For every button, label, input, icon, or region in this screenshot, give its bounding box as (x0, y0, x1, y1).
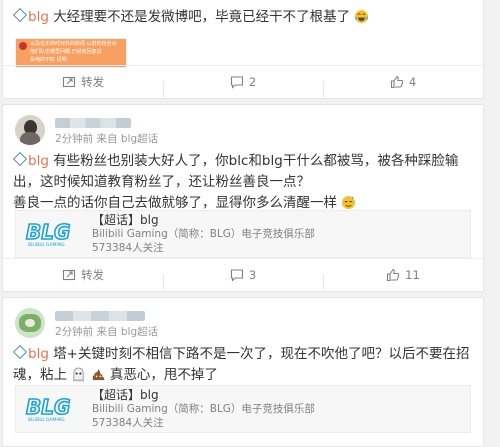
post-text: blg 有些粉丝也别装大好人了，你blc和blg干什么都被骂，被各种踩脸输出，这… (12, 151, 459, 211)
comment-button[interactable]: 3 (163, 268, 323, 290)
diamond-icon (12, 344, 28, 360)
post-meta: 2分钟前 来自 blg超话 (55, 133, 159, 145)
comment-icon (230, 269, 243, 282)
svg-text:BLG: BLG (26, 220, 70, 244)
svg-text:BILIBILI GAMING: BILIBILI GAMING (28, 417, 65, 423)
post-actions: 转发 3 11 (3, 258, 483, 291)
avatar[interactable] (15, 308, 45, 338)
post-text: blg 塔+关键时刻不相信下路不是一次了，现在不吹他了吧？以后不要在招魂，粘上 … (12, 344, 470, 383)
post-text: blg 大经理要不还是发微博吧，毕竟已经干不了根基了 (3, 7, 379, 28)
repost-button[interactable]: 转发 (3, 74, 163, 90)
diamond-icon (12, 151, 28, 167)
post-card-1: blg 大经理要不还是发微博吧，毕竟已经干不了根基了 以及在年终时对外的新闻 以… (2, 0, 484, 99)
topic-name: 【超话】blg (92, 388, 159, 402)
sweat-emoji-icon (342, 195, 356, 210)
embedded-image-line: 以及在年终时对外的新闻 以前的粉丝对 (30, 41, 117, 47)
embedded-image-line: 反响的不好 说明 (30, 57, 67, 63)
repost-icon (62, 76, 76, 88)
post-meta: 2分钟前 来自 blg超话 (55, 326, 159, 338)
topic-tag[interactable]: blg (12, 7, 49, 25)
svg-text:BILIBILI GAMING: BILIBILI GAMING (28, 242, 65, 248)
avatar[interactable] (15, 115, 45, 145)
topic-card[interactable]: BLG BILIBILI GAMING 【超话】blg Bilibili Gam… (15, 210, 471, 258)
avatar (19, 42, 27, 50)
blg-logo: BLG BILIBILI GAMING (25, 220, 71, 248)
topic-followers: 573384人关注 (92, 242, 164, 254)
post-card-2: 2分钟前 来自 blg超话 blg 有些粉丝也别装大好人了，你blc和blg干什… (2, 104, 484, 292)
tears-of-joy-emoji-icon (355, 9, 369, 24)
like-icon (390, 75, 404, 89)
comment-count: 2 (248, 75, 257, 89)
repost-label: 转发 (81, 75, 104, 89)
repost-button[interactable]: 转发 (3, 267, 163, 283)
post-actions: 转发 2 4 (3, 65, 483, 98)
blg-logo: BLG BILIBILI GAMING (25, 395, 71, 423)
comment-icon (230, 76, 243, 89)
comment-count: 3 (248, 268, 257, 282)
repost-icon (62, 269, 76, 281)
author-name[interactable] (55, 311, 145, 321)
embedded-image-line: 他们队伍哪里问题 已经有回复说 (30, 49, 102, 55)
poop-emoji-icon (92, 369, 104, 381)
embedded-image[interactable]: 以及在年终时对外的新闻 以前的粉丝对 他们队伍哪里问题 已经有回复说 反响的不好… (15, 38, 127, 68)
like-count: 11 (405, 268, 420, 282)
repost-label: 转发 (81, 268, 104, 282)
comment-button[interactable]: 2 (163, 75, 323, 97)
topic-description: Bilibili Gaming（简称：BLG）电子竞技俱乐部 (92, 403, 315, 415)
like-button[interactable]: 4 (323, 75, 483, 97)
topic-tag[interactable]: blg (12, 344, 49, 362)
like-icon (387, 268, 400, 282)
ghost-emoji-icon (73, 367, 84, 382)
like-button[interactable]: 11 (323, 268, 483, 290)
author-name[interactable] (55, 118, 131, 128)
like-count: 4 (408, 75, 417, 89)
post-header: 2分钟前 来自 blg超话 (15, 308, 158, 339)
topic-followers: 573384人关注 (92, 417, 164, 429)
post-card-3: 2分钟前 来自 blg超话 blg 塔+关键时刻不相信下路不是一次了，现在不吹他… (2, 297, 484, 447)
topic-name: 【超话】blg (92, 213, 159, 227)
topic-tag[interactable]: blg (12, 151, 49, 169)
topic-description: Bilibili Gaming（简称：BLG）电子竞技俱乐部 (92, 228, 315, 240)
topic-card[interactable]: BLG BILIBILI GAMING 【超话】blg Bilibili Gam… (15, 385, 471, 433)
svg-text:BLG: BLG (26, 395, 70, 419)
diamond-icon (12, 7, 28, 23)
post-header: 2分钟前 来自 blg超话 (15, 115, 158, 146)
